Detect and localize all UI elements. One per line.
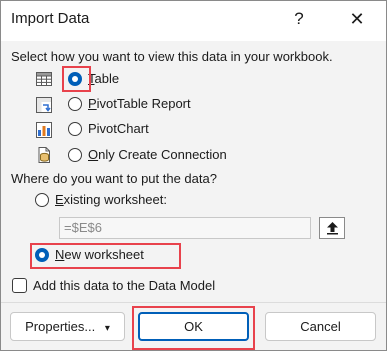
connection-icon	[38, 147, 50, 163]
range-input[interactable]: =$E$6	[59, 217, 311, 239]
cancel-button[interactable]: Cancel	[265, 312, 376, 341]
view-prompt: Select how you want to view this data in…	[11, 49, 333, 64]
connection-option-label[interactable]: Only Create Connection	[88, 147, 227, 163]
properties-label: Properties...	[25, 319, 96, 334]
table-option-label[interactable]: Table	[88, 71, 119, 87]
chevron-down-icon: ▾	[104, 323, 110, 334]
connection-radio[interactable]	[68, 148, 82, 162]
title-bar: Import Data ? ✕	[1, 1, 386, 41]
help-button[interactable]: ?	[289, 7, 309, 31]
location-prompt: Where do you want to put the data?	[11, 171, 217, 186]
existing-worksheet-label[interactable]: Existing worksheet:	[55, 192, 167, 208]
table-icon	[36, 72, 52, 86]
new-worksheet-highlight	[30, 243, 181, 269]
table-radio-highlight	[62, 66, 91, 92]
collapse-arrow-icon	[327, 222, 338, 235]
pivotchart-radio[interactable]	[68, 122, 82, 136]
pivotchart-icon	[36, 122, 52, 138]
data-model-label[interactable]: Add this data to the Data Model	[33, 278, 215, 294]
close-button[interactable]: ✕	[345, 7, 369, 31]
data-model-checkbox[interactable]	[12, 278, 27, 293]
footer-divider	[1, 302, 386, 303]
ok-button-highlight	[132, 306, 255, 350]
pivottable-radio[interactable]	[68, 97, 82, 111]
pivotchart-option-label[interactable]: PivotChart	[88, 121, 149, 137]
properties-button[interactable]: Properties... ▾	[10, 312, 125, 341]
import-data-dialog: Import Data ? ✕ Select how you want to v…	[0, 0, 387, 351]
existing-worksheet-radio[interactable]	[35, 193, 49, 207]
pivottable-option-label[interactable]: PivotTable Report	[88, 96, 191, 112]
pivottable-icon	[36, 97, 52, 113]
collapse-dialog-button[interactable]	[319, 217, 345, 239]
dialog-title: Import Data	[11, 10, 90, 27]
